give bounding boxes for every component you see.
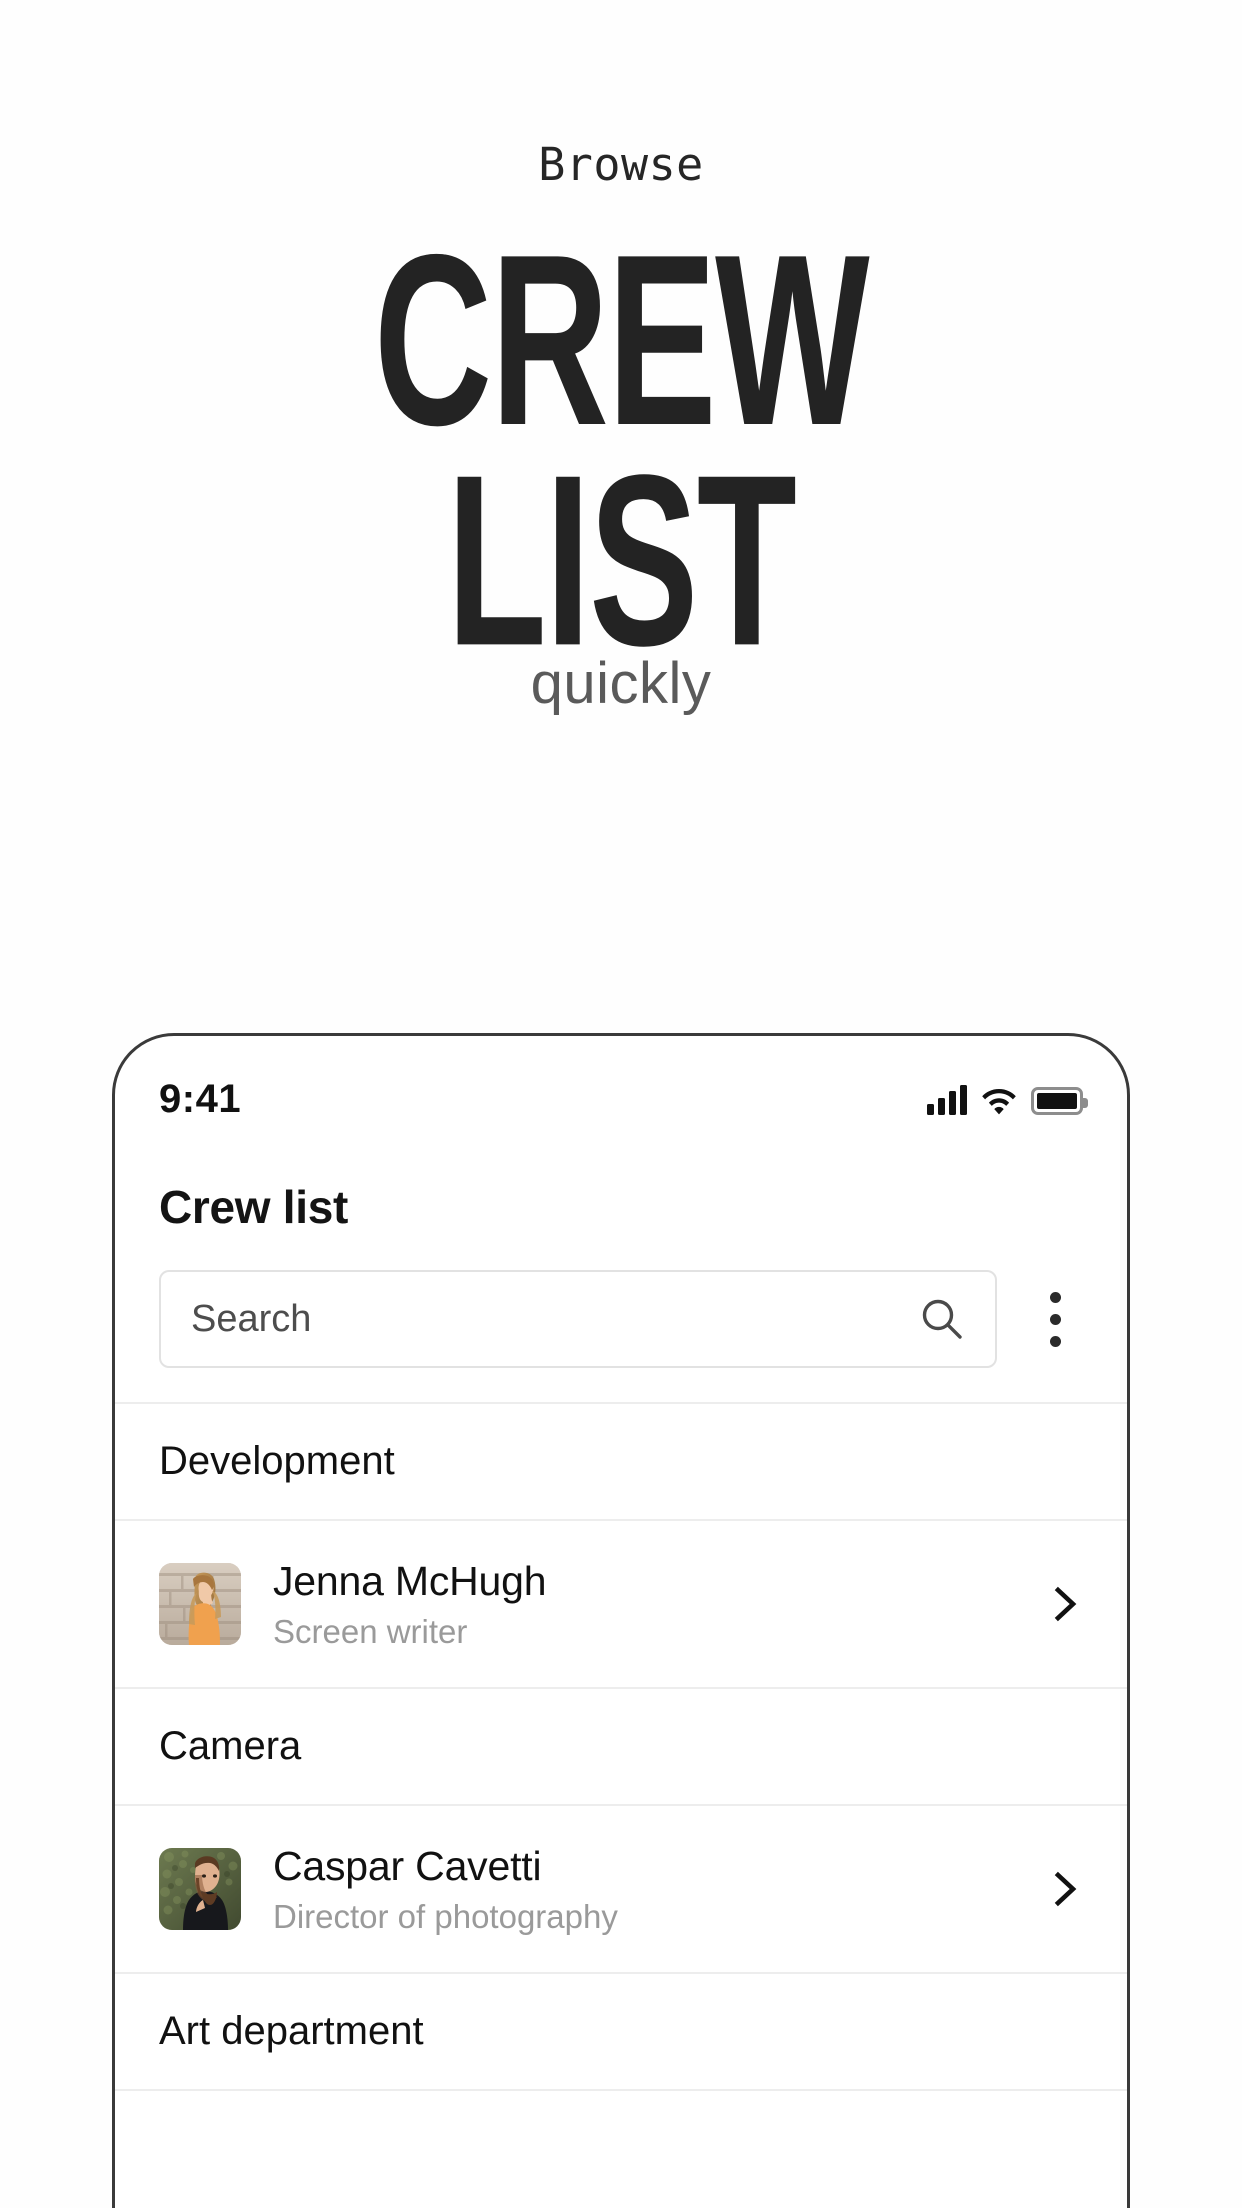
search-placeholder: Search [191, 1297, 312, 1340]
list-section-header: Development [115, 1404, 1127, 1521]
status-bar: 9:41 [115, 1036, 1127, 1148]
avatar-image-jenna-mchugh [159, 1563, 241, 1645]
list-item[interactable]: Caspar Cavetti Director of photography [115, 1806, 1127, 1974]
crew-list: Development Jenna McHugh Screen writer C… [115, 1402, 1127, 2091]
battery-full-icon [1031, 1087, 1088, 1115]
list-item[interactable]: Jenna McHugh Screen writer [115, 1521, 1127, 1689]
wifi-icon [982, 1089, 1016, 1115]
list-item-text: Caspar Cavetti Director of photography [273, 1843, 1011, 1936]
list-section-header: Camera [115, 1689, 1127, 1806]
status-bar-time: 9:41 [159, 1076, 242, 1121]
more-vertical-icon[interactable] [1027, 1270, 1083, 1368]
app-title: Crew list [159, 1181, 349, 1233]
list-item-text: Jenna McHugh Screen writer [273, 1558, 1011, 1651]
cellular-signal-icon [927, 1085, 967, 1115]
phone-mockup: 9:41 Crew list Search Development Jenna … [112, 1033, 1130, 2208]
page-title-line-1: CREW [373, 203, 870, 477]
search-icon[interactable] [919, 1296, 965, 1342]
chevron-right-icon[interactable] [1043, 1582, 1087, 1626]
person-role: Screen writer [273, 1612, 468, 1650]
avatar [159, 1848, 241, 1930]
search-row: Search [115, 1234, 1127, 1402]
list-section-header: Art department [115, 1974, 1127, 2091]
screenshot-root: Browse CREW LIST quickly 9:41 Crew list … [0, 0, 1242, 2208]
hero-eyebrow: Browse [538, 138, 704, 191]
person-role: Director of photography [273, 1897, 618, 1935]
page-title-line-2: LIST [446, 423, 797, 697]
person-name: Caspar Cavetti [273, 1842, 542, 1889]
hero-section: Browse CREW LIST quickly [0, 0, 1242, 713]
avatar [159, 1563, 241, 1645]
person-name: Jenna McHugh [273, 1557, 547, 1604]
search-input[interactable]: Search [159, 1270, 997, 1368]
status-bar-icons [927, 1069, 1088, 1115]
chevron-right-icon[interactable] [1043, 1867, 1087, 1911]
avatar-image-caspar-cavetti [159, 1848, 241, 1930]
page-title: CREW LIST [137, 203, 1106, 697]
